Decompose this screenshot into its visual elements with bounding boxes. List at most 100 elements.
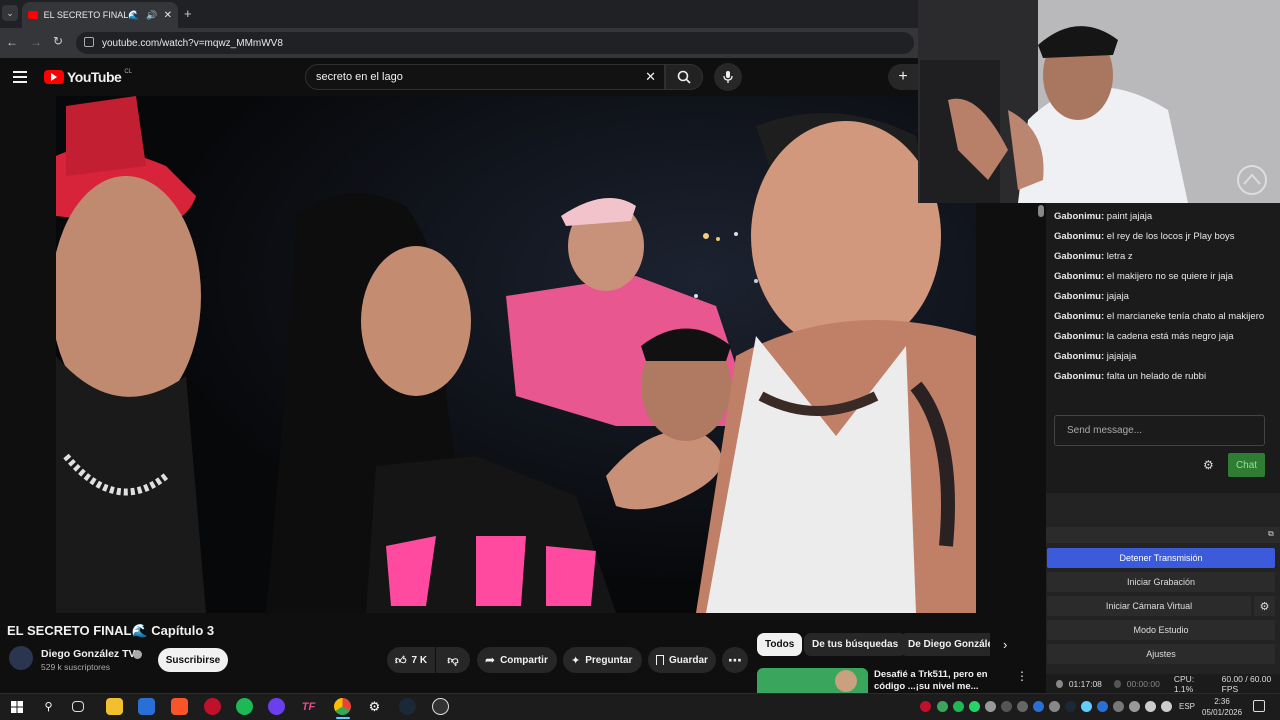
spotify-icon[interactable] <box>236 698 253 715</box>
tray-icon-6[interactable] <box>1001 701 1012 712</box>
tray-icon-1[interactable] <box>920 701 931 712</box>
speaker-icon[interactable]: 🔊 <box>146 10 157 21</box>
share-button[interactable]: ➦ Compartir <box>477 647 557 673</box>
tray-icon-9[interactable] <box>1049 701 1060 712</box>
stop-stream-button[interactable]: Detener Transmisión <box>1047 548 1275 568</box>
rec-status-icon <box>1113 679 1121 688</box>
new-tab-button[interactable]: + <box>184 6 192 21</box>
tab-list-button[interactable]: ⌄ <box>2 5 18 21</box>
chat-message: Gabonimu: letra z <box>1054 251 1133 262</box>
subscribe-button[interactable]: Suscribirse <box>158 648 228 672</box>
notifications-icon[interactable] <box>1253 700 1265 712</box>
ask-label: Preguntar <box>585 654 633 666</box>
tray-icon-14[interactable] <box>1129 701 1140 712</box>
tray-icon-10[interactable] <box>1065 701 1076 712</box>
menu-icon[interactable] <box>13 71 27 83</box>
app-red-icon[interactable] <box>204 698 221 715</box>
webcam-overlay <box>918 0 1280 203</box>
youtube-logo[interactable]: YouTube CL <box>44 69 132 85</box>
browser-tab-active[interactable]: EL SECRETO FINAL🌊 Capítulo 3 🔊 ✕ <box>22 2 178 28</box>
forward-icon[interactable]: → <box>30 35 42 49</box>
virtual-cam-settings-icon[interactable]: ⚙ <box>1254 596 1275 616</box>
steam-icon[interactable] <box>399 698 416 715</box>
file-explorer-icon[interactable] <box>106 698 123 715</box>
whatsapp-tray-icon[interactable] <box>969 701 980 712</box>
chip-all[interactable]: Todos <box>757 633 803 656</box>
bluetooth-icon[interactable] <box>1097 701 1108 712</box>
clear-search-icon[interactable]: ✕ <box>645 69 656 85</box>
fps-readout: 60.00 / 60.00 FPS <box>1221 673 1272 694</box>
language-indicator[interactable]: ESP <box>1179 702 1195 711</box>
settings-gear-icon[interactable]: ⚙ <box>366 698 383 715</box>
back-icon[interactable]: ← <box>6 35 18 49</box>
voice-search-button[interactable] <box>714 63 742 91</box>
tray-icon-11[interactable] <box>1081 701 1092 712</box>
save-label: Guardar <box>669 654 708 666</box>
store-icon[interactable] <box>138 698 155 715</box>
dislike-button[interactable]: 👎︎ <box>436 647 470 673</box>
verified-icon <box>133 650 142 659</box>
dock-float-icon[interactable]: ⧉ <box>1268 529 1274 539</box>
recommended-title[interactable]: Desafié a Trk511, pero en código ...¡su … <box>874 669 988 693</box>
chat-input[interactable]: Send message... <box>1054 415 1265 446</box>
share-label: Compartir <box>500 654 548 666</box>
like-button[interactable]: 👍︎ 7 K <box>387 647 435 673</box>
reload-icon[interactable]: ↻ <box>53 34 63 48</box>
site-info-icon[interactable] <box>84 37 94 47</box>
video-player[interactable] <box>56 96 976 613</box>
start-recording-button[interactable]: Iniciar Grabación <box>1047 572 1275 592</box>
tray-icon-13[interactable] <box>1113 701 1124 712</box>
recommended-title-line1: Desafié a Trk511, pero en <box>874 669 988 680</box>
bookmark-icon <box>656 655 664 665</box>
tab-title: EL SECRETO FINAL🌊 Capítulo 3 <box>43 9 141 20</box>
obs-icon[interactable] <box>432 698 449 715</box>
chip-from-searches-label: De tus búsquedas <box>812 639 899 650</box>
wifi-icon[interactable] <box>1145 701 1156 712</box>
tray-icon-3[interactable] <box>953 701 964 712</box>
recommended-more-icon[interactable]: ⋮ <box>1016 669 1028 683</box>
share-icon: ➦ <box>485 653 496 667</box>
chrome-active-indicator <box>336 717 350 719</box>
tray-icon-2[interactable] <box>937 701 948 712</box>
search-button[interactable] <box>665 64 703 90</box>
search-input[interactable]: secreto en el lago ✕ <box>305 64 665 90</box>
clock-date: 05/01/2026 <box>1202 708 1243 717</box>
save-button[interactable]: Guardar <box>648 647 716 673</box>
more-actions-button[interactable]: ⋯ <box>722 647 748 673</box>
start-virtual-cam-button[interactable]: Iniciar Cámara Virtual <box>1047 596 1251 616</box>
tab-close-icon[interactable]: ✕ <box>164 10 172 21</box>
windows-start-icon[interactable] <box>8 698 25 715</box>
chat-send-button[interactable]: Chat <box>1228 453 1265 477</box>
chat-scrollbar[interactable] <box>1038 205 1044 217</box>
brave-icon[interactable] <box>171 698 188 715</box>
video-frame <box>56 96 976 613</box>
channel-name[interactable]: Diego González TV <box>41 648 136 660</box>
address-bar[interactable]: youtube.com/watch?v=mqwz_MMmWV8 <box>76 32 914 54</box>
chip-from-channel[interactable]: De Diego Gonzále <box>900 633 990 656</box>
chat-message: Gabonimu: jajajaja <box>1054 351 1137 362</box>
region-code: CL <box>124 69 132 75</box>
youtube-play-icon <box>44 70 64 84</box>
chips-next-icon[interactable]: › <box>1003 637 1007 652</box>
chat-settings-icon[interactable]: ⚙ <box>1203 458 1214 472</box>
tf-app-icon[interactable]: TF <box>300 698 317 715</box>
chrome-icon[interactable] <box>334 698 351 715</box>
create-button[interactable]: + <box>888 64 918 90</box>
tray-icon-8[interactable] <box>1033 701 1044 712</box>
ask-button[interactable]: ✦ Preguntar <box>563 647 642 673</box>
tray-icon-5[interactable] <box>985 701 996 712</box>
task-view-icon[interactable] <box>72 701 84 712</box>
app-purple-icon[interactable] <box>268 698 285 715</box>
clock[interactable]: 2:36 05/01/2026 <box>1202 696 1242 718</box>
tray-icon-7[interactable] <box>1017 701 1028 712</box>
studio-mode-button[interactable]: Modo Estudio <box>1047 620 1275 640</box>
channel-avatar[interactable] <box>9 646 33 670</box>
microphone-icon <box>723 71 733 83</box>
search-taskbar-icon[interactable]: ⚲ <box>40 698 57 715</box>
recommended-thumbnail[interactable] <box>757 668 868 693</box>
obs-settings-label: Ajustes <box>1146 649 1176 659</box>
chat-message: Gabonimu: falta un helado de rubbi <box>1054 371 1207 382</box>
volume-icon[interactable] <box>1161 701 1172 712</box>
obs-settings-button[interactable]: Ajustes <box>1047 644 1275 664</box>
chip-from-searches[interactable]: De tus búsquedas <box>804 633 907 656</box>
